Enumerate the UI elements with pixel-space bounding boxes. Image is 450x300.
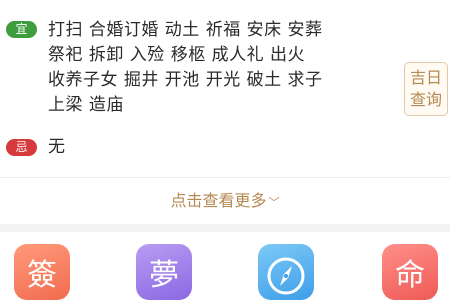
yi-line: 祭祀 拆卸 入殓 移柩 成人礼 出火 <box>48 45 306 65</box>
dream-icon: 夢 <box>149 258 179 293</box>
query-label: 查询 <box>409 90 442 109</box>
ji-badge: 忌 <box>6 139 37 156</box>
destiny-app[interactable]: 命 <box>382 244 438 300</box>
compass-app[interactable] <box>258 244 314 300</box>
destiny-icon: 命 <box>395 258 425 293</box>
auspicious-day-query-button[interactable]: 吉日 查询 <box>404 62 448 116</box>
ji-text: 无 <box>48 137 65 157</box>
yi-line: 上梁 造庙 <box>48 95 124 115</box>
yi-section: 宜 打扫 合婚订婚 动土 祈福 安床 安葬 祭祀 拆卸 入殓 移柩 成人礼 出火… <box>0 18 450 128</box>
fortune-stick-icon: 簽 <box>27 258 57 293</box>
ji-section: 忌 无 <box>0 136 450 160</box>
fortune-stick-app[interactable]: 簽 <box>14 244 70 300</box>
yi-line: 打扫 合婚订婚 动土 祈福 安床 安葬 <box>48 20 323 40</box>
compass-icon <box>267 257 305 295</box>
yi-activities: 打扫 合婚订婚 动土 祈福 安床 安葬 祭祀 拆卸 入殓 移柩 成人礼 出火 收… <box>48 18 396 118</box>
auspicious-day-label: 吉日 <box>409 68 442 87</box>
yi-badge: 宜 <box>6 21 37 38</box>
dream-app[interactable]: 夢 <box>136 244 192 300</box>
section-gap <box>0 224 450 232</box>
view-more-button[interactable]: 点击查看更多 ﹀ <box>0 178 450 224</box>
yi-line: 收养子女 掘井 开池 开光 破土 求子 <box>48 70 323 90</box>
view-more-label: 点击查看更多 <box>170 191 267 210</box>
chevron-down-icon: ﹀ <box>268 196 280 209</box>
